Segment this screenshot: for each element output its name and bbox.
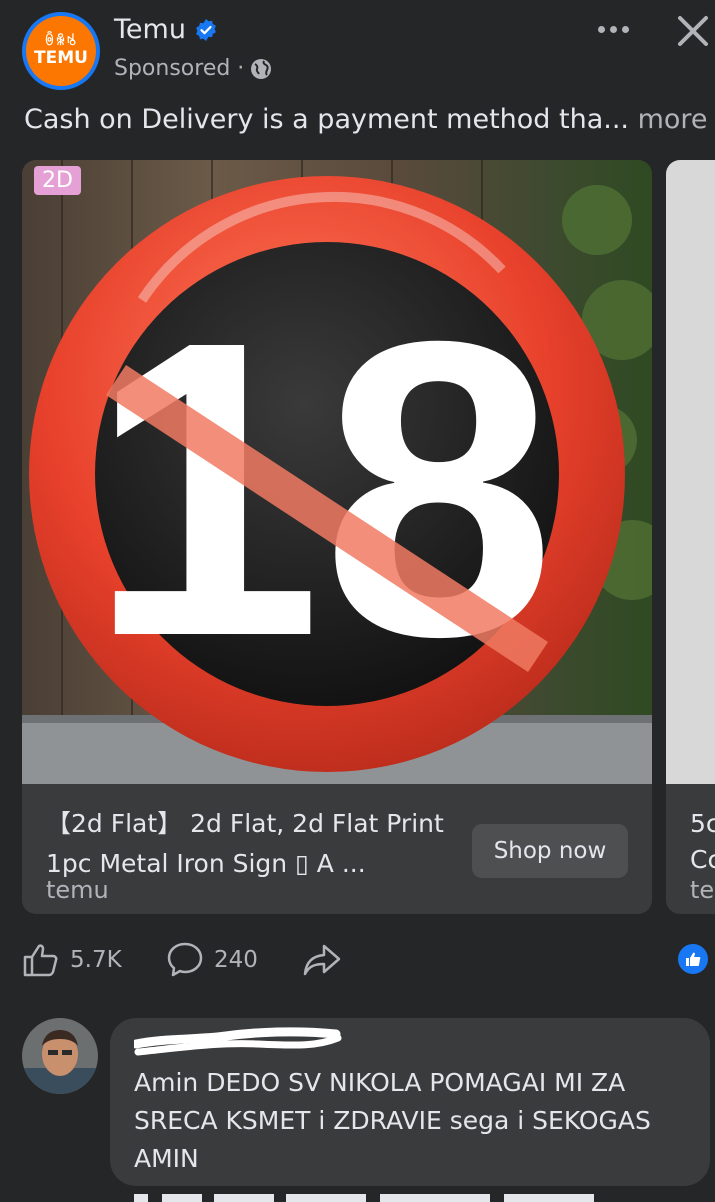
page-name-row[interactable]: Temu	[114, 14, 218, 45]
sponsored-row: Sponsored ·	[114, 56, 272, 81]
badge-2d: 2D	[34, 166, 81, 195]
verified-badge-icon	[196, 18, 216, 41]
product-title[interactable]: 【2d Flat】 2d Flat, 2d Flat Print 1pc Met…	[46, 804, 466, 884]
page-name[interactable]: Temu	[114, 14, 186, 45]
like-count: 5.7K	[70, 947, 122, 973]
like-button[interactable]: 5.7K	[22, 940, 122, 980]
commenter-avatar[interactable]	[22, 1018, 98, 1094]
sponsored-label: Sponsored ·	[114, 56, 245, 81]
product-title-next-line2: Cc	[690, 845, 715, 874]
carousel-card[interactable]: 18 2D 【2d Flat】 2d Flat, 2d Flat Print 1…	[22, 160, 652, 914]
temu-logo-word: TEMU	[34, 48, 88, 68]
like-reaction-icon	[678, 944, 708, 974]
carousel-card-next[interactable]: 5c Cc te	[666, 160, 715, 914]
product-image-next[interactable]	[666, 160, 715, 784]
share-button[interactable]	[302, 940, 342, 980]
temu-avatar[interactable]: ꉺꆜꂚ TEMU	[22, 12, 100, 90]
caption-text: Cash on Delivery is a payment method tha…	[24, 104, 630, 135]
globe-icon	[251, 58, 272, 79]
comment-author-redacted	[134, 1027, 342, 1056]
temu-logo: ꉺꆜꂚ TEMU	[26, 16, 96, 86]
share-icon	[303, 944, 341, 976]
product-image[interactable]: 18	[22, 160, 652, 784]
more-options-icon[interactable]	[590, 14, 636, 44]
comment-text: Amin DEDO SV NIKOLA POMAGAI MI ZA SRECA …	[134, 1068, 651, 1173]
caption-more-link[interactable]: more	[638, 104, 708, 135]
product-domain: temu	[46, 876, 109, 904]
like-icon	[23, 944, 58, 977]
comment-icon	[167, 942, 203, 977]
temu-logo-glyphs: ꉺꆜꂚ	[44, 34, 78, 49]
sign-number: 18	[88, 255, 555, 724]
comment-count: 240	[214, 947, 258, 973]
product-title-next-line1: 5c	[690, 809, 715, 838]
product-domain-next: te	[690, 876, 715, 904]
close-icon[interactable]	[670, 8, 715, 54]
comment-button[interactable]: 240	[166, 940, 258, 980]
post-caption: Cash on Delivery is a payment method tha…	[24, 104, 708, 135]
shop-now-button[interactable]: Shop now	[472, 824, 628, 878]
